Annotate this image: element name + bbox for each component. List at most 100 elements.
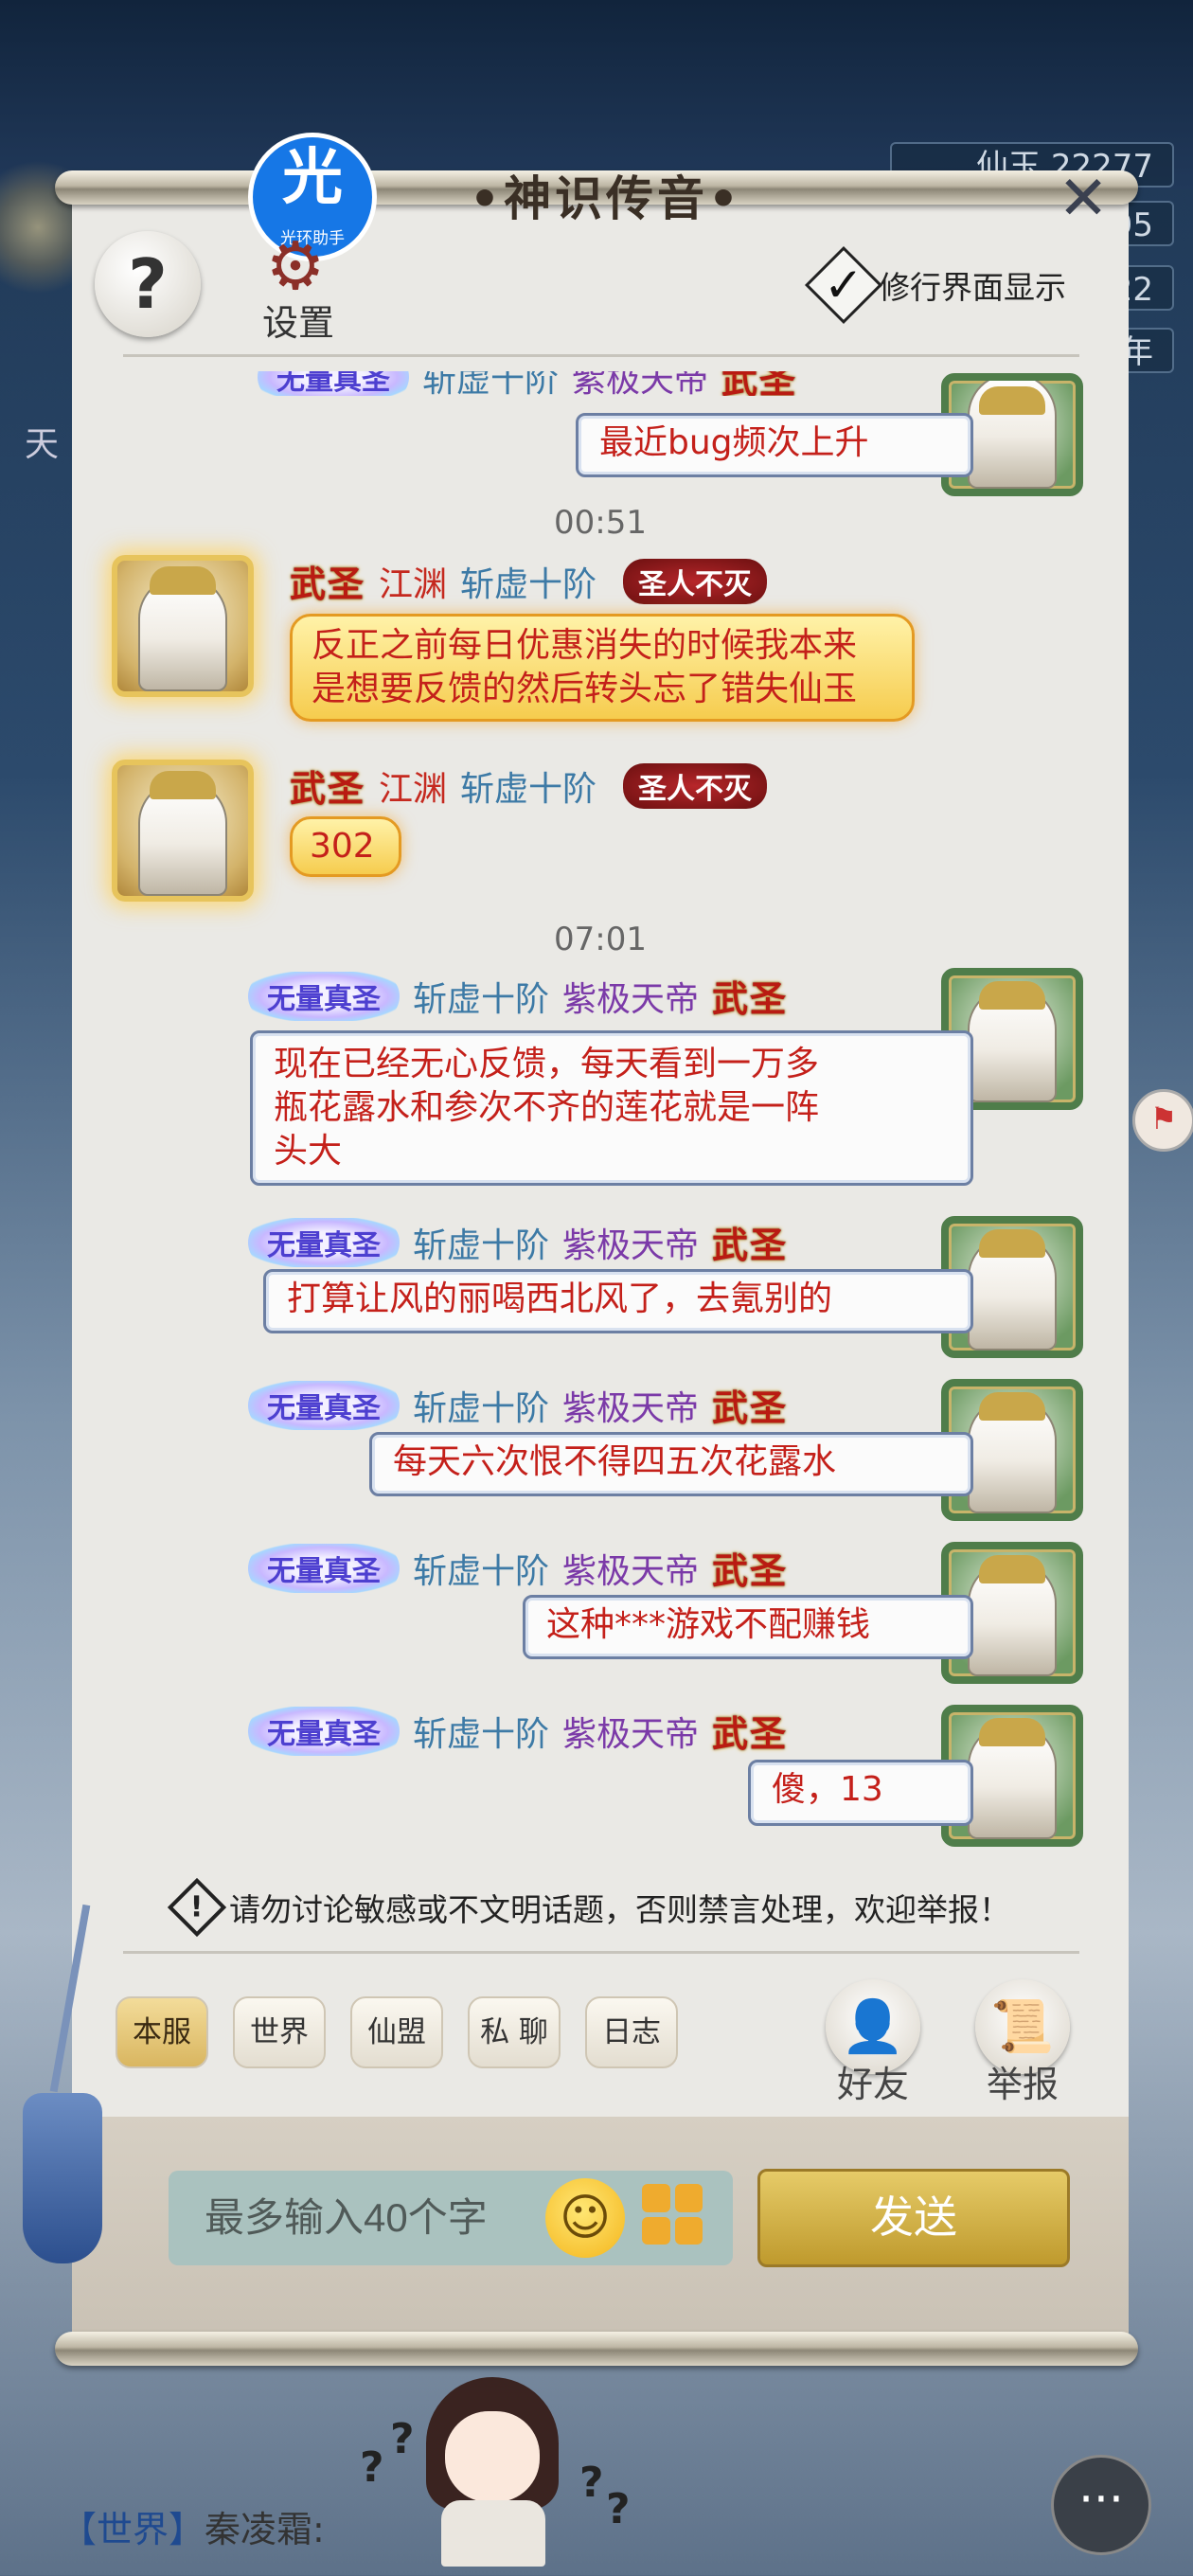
title-badge: 无量真圣 <box>258 371 409 396</box>
sender-rank: 斩虚十阶 <box>413 1388 550 1428</box>
rank-badge: 武圣 <box>721 371 798 396</box>
sender-name[interactable]: 江渊 <box>379 557 447 606</box>
report-button[interactable]: 📜 举报 <box>973 1979 1072 2107</box>
message-text-line: 头大 <box>274 1132 343 1171</box>
sender-rank: 斩虚十阶 <box>460 564 597 604</box>
sender-name: 紫极天帝 <box>562 1551 700 1591</box>
message-header: 武圣 江渊 斩虚十阶 圣人不灭 <box>290 760 768 812</box>
sender-name: 紫极天帝 <box>562 1388 700 1428</box>
title-badge: 无量真圣 <box>248 1380 400 1430</box>
checkbox-icon: ✓ <box>804 245 883 325</box>
message-text-line: 现在已经无心反馈，每天看到一万多 <box>274 1045 820 1083</box>
close-icon[interactable]: ✕ <box>1053 169 1113 229</box>
decorative-tassel <box>9 1904 104 2263</box>
title-badge: 无量真圣 <box>248 1706 400 1756</box>
tab-server[interactable]: 本服 <box>116 1996 208 2068</box>
avatar[interactable] <box>112 760 254 902</box>
background-label: 天 <box>25 425 60 464</box>
message-header: 无量真圣 斩虚十阶 紫极天帝 武圣 <box>248 1379 788 1431</box>
background-ornament <box>0 142 76 322</box>
cultivation-display-toggle[interactable]: ✓ 修行界面显示 <box>804 245 1066 325</box>
message-text-line: 是想要反馈的然后转头忘了错失仙玉 <box>312 670 858 708</box>
rank-badge: 武圣 <box>290 563 366 605</box>
sender-rank: 斩虚十阶 <box>413 1714 550 1754</box>
message-header: 武圣 江渊 斩虚十阶 圣人不灭 <box>290 555 768 607</box>
header-divider <box>123 354 1079 357</box>
panel-title: •神识传音• <box>470 170 742 226</box>
chat-message-bubble[interactable]: 反正之前每日优惠消失的时候我本来 是想要反馈的然后转头忘了错失仙玉 <box>290 614 915 722</box>
help-button[interactable]: ? <box>95 231 201 337</box>
chat-message-bubble[interactable]: 这种***游戏不配赚钱 <box>523 1595 973 1659</box>
question-mark: ? <box>360 2443 384 2492</box>
chat-bubble-icon[interactable]: ··· <box>1051 2455 1151 2555</box>
title-badge: 无量真圣 <box>248 1217 400 1267</box>
gear-icon: ⚙ <box>265 227 326 305</box>
sender-name: 紫极天帝 <box>562 1714 700 1754</box>
chat-message-bubble[interactable]: 302 <box>290 816 401 877</box>
sender-rank: 斩虚十阶 <box>460 769 597 809</box>
sender-name: 紫极天帝 <box>572 371 709 396</box>
message-input[interactable] <box>203 2194 566 2242</box>
more-options-icon[interactable] <box>642 2184 703 2245</box>
emoji-icon[interactable]: ☺ <box>545 2178 625 2258</box>
question-mark: ? <box>606 2485 631 2533</box>
friends-label: 好友 <box>836 2064 909 2105</box>
friends-button[interactable]: 👤 好友 <box>824 1979 922 2107</box>
sender-rank: 斩虚十阶 <box>413 1225 550 1265</box>
tab-world[interactable]: 世界 <box>233 1996 326 2068</box>
chibi-character <box>417 2368 568 2567</box>
rank-badge: 武圣 <box>712 1549 789 1592</box>
rank-badge: 武圣 <box>712 1712 789 1755</box>
tabs-divider <box>123 1951 1079 1954</box>
title-badge: 圣人不灭 <box>623 762 768 809</box>
title-badge: 无量真圣 <box>248 1543 400 1593</box>
timestamp: 07:01 <box>554 921 647 958</box>
chat-message-list[interactable]: 无量真圣 斩虚十阶 紫极天帝 武圣 最近bug频次上升 00:51 武圣 江渊 … <box>72 371 1129 1858</box>
sender-name[interactable]: 江渊 <box>379 761 447 811</box>
message-header: 无量真圣 斩虚十阶 紫极天帝 武圣 <box>258 371 797 396</box>
chat-message-bubble[interactable]: 每天六次恨不得四五次花露水 <box>369 1432 973 1496</box>
chat-message-bubble[interactable]: 傻，13 <box>748 1760 973 1826</box>
world-channel-tag: 【世界】 <box>61 2509 205 2550</box>
world-chat-preview[interactable]: 【世界】秦凌霜: <box>61 2500 325 2552</box>
assistant-logo: 光 <box>282 143 343 213</box>
flag-icon[interactable]: ⚑ <box>1132 1089 1193 1152</box>
settings-label: 设置 <box>261 302 334 344</box>
sender-rank: 斩虚十阶 <box>422 371 560 396</box>
chat-message-bubble[interactable]: 打算让风的丽喝西北风了，去氪别的 <box>263 1269 973 1333</box>
message-header: 无量真圣 斩虚十阶 紫极天帝 武圣 <box>248 1216 788 1268</box>
question-mark: ? <box>579 2459 604 2507</box>
sender-name: 紫极天帝 <box>562 979 700 1019</box>
message-header: 无量真圣 斩虚十阶 紫极天帝 武圣 <box>248 970 788 1022</box>
tab-private[interactable]: 私 聊 <box>468 1996 561 2068</box>
message-header: 无量真圣 斩虚十阶 紫极天帝 武圣 <box>248 1542 788 1594</box>
sender-name: 紫极天帝 <box>562 1225 700 1265</box>
message-text-line: 瓶花露水和参次不齐的莲花就是一阵 <box>274 1088 820 1127</box>
channel-tabs: 本服 世界 仙盟 私 聊 日志 <box>116 1996 678 2068</box>
chat-message-bubble[interactable]: 最近bug频次上升 <box>576 413 973 477</box>
rank-badge: 武圣 <box>290 767 366 810</box>
title-badge: 无量真圣 <box>248 971 400 1021</box>
toggle-label: 修行界面显示 <box>879 269 1066 306</box>
warning-icon: ! <box>167 1877 227 1938</box>
tab-log[interactable]: 日志 <box>585 1996 678 2068</box>
report-label: 举报 <box>986 2064 1059 2105</box>
warning-text: 请勿讨论敏感或不文明话题，否则禁言处理，欢迎举报！ <box>229 1891 1010 1928</box>
message-text-line: 反正之前每日优惠消失的时候我本来 <box>312 626 858 665</box>
timestamp: 00:51 <box>554 504 647 542</box>
chat-message-bubble[interactable]: 现在已经无心反馈，每天看到一万多 瓶花露水和参次不齐的莲花就是一阵 头大 <box>250 1030 973 1186</box>
world-sender-name: 秦凌霜: <box>205 2509 325 2550</box>
title-badge: 圣人不灭 <box>623 558 768 604</box>
avatar[interactable] <box>112 555 254 697</box>
rank-badge: 武圣 <box>712 977 789 1020</box>
send-button[interactable]: 发送 <box>757 2169 1070 2267</box>
sender-rank: 斩虚十阶 <box>413 1551 550 1591</box>
sender-rank: 斩虚十阶 <box>413 979 550 1019</box>
scroll-rod-bottom <box>55 2332 1138 2366</box>
tab-alliance[interactable]: 仙盟 <box>350 1996 443 2068</box>
question-mark: ? <box>390 2415 415 2463</box>
rank-badge: 武圣 <box>712 1386 789 1429</box>
chat-rules-warning: ! 请勿讨论敏感或不文明话题，否则禁言处理，欢迎举报！ <box>167 1877 1010 1938</box>
message-header: 无量真圣 斩虚十阶 紫极天帝 武圣 <box>248 1705 788 1757</box>
rank-badge: 武圣 <box>712 1224 789 1266</box>
